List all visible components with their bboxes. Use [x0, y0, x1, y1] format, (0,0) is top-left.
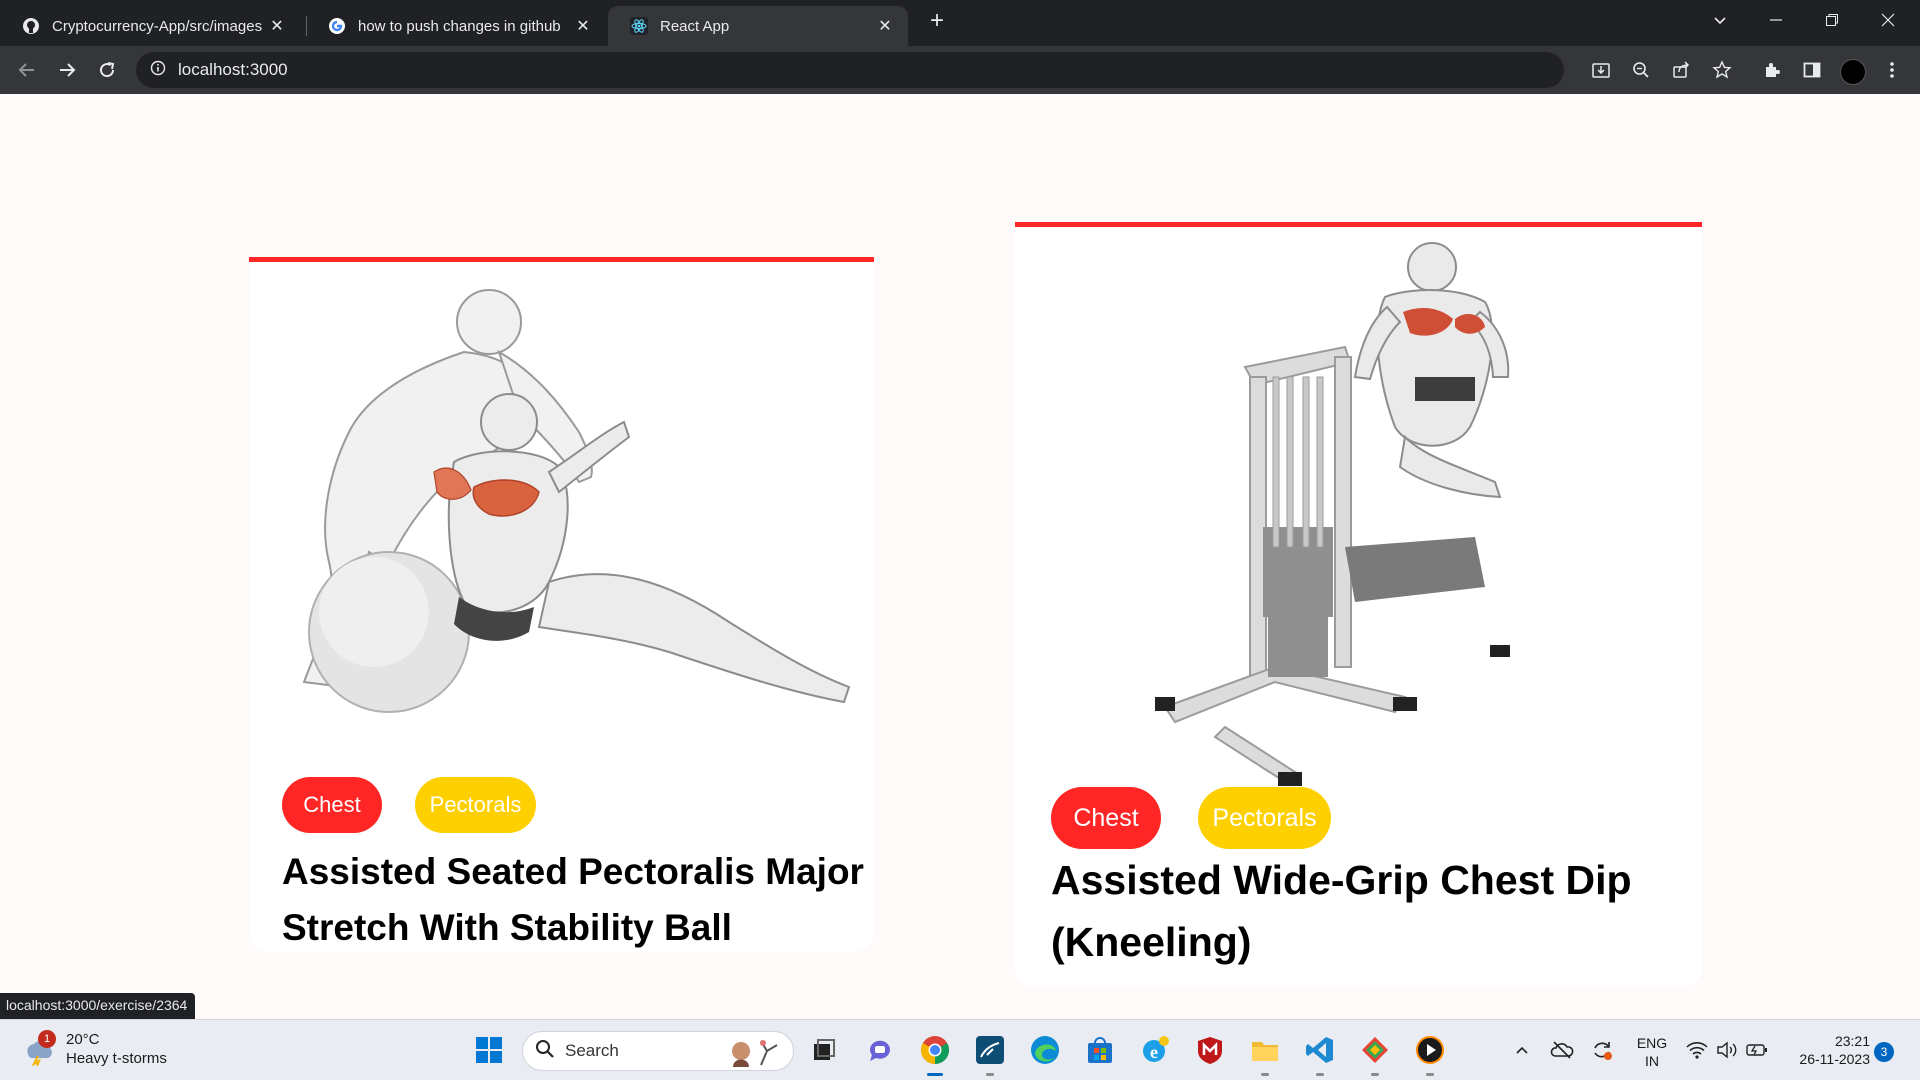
mcafee-icon[interactable] — [1192, 1032, 1228, 1068]
exercise-illustration — [302, 289, 851, 713]
tag-target-muscle[interactable]: Pectorals — [415, 777, 536, 833]
back-button[interactable] — [11, 54, 43, 86]
battery-icon[interactable] — [1742, 1032, 1772, 1068]
tab-title: how to push changes in github — [358, 17, 561, 35]
github-desktop-icon[interactable] — [1357, 1032, 1393, 1076]
close-window-button[interactable] — [1860, 0, 1916, 40]
browser-tab-strip: Cryptocurrency-App/src/images ✕ how to p… — [0, 0, 1920, 46]
vscode-icon[interactable] — [1302, 1032, 1338, 1076]
exercise-name: Assisted Wide-Grip Chest Dip (Kneeling) — [1051, 857, 1632, 965]
wifi-icon[interactable] — [1682, 1032, 1712, 1068]
zoom-icon[interactable] — [1630, 59, 1652, 81]
tab-title: React App — [660, 17, 730, 35]
minimize-button[interactable] — [1748, 0, 1804, 40]
weather-temp: 20°C — [66, 1031, 100, 1048]
chrome-icon[interactable] — [917, 1032, 953, 1076]
reload-button[interactable] — [91, 54, 123, 86]
tag-body-part[interactable]: Chest — [282, 777, 382, 833]
extensions-icon[interactable] — [1760, 58, 1784, 82]
tag-body-part[interactable]: Chest — [1051, 787, 1161, 849]
tab-github[interactable]: Cryptocurrency-App/src/images ✕ — [0, 6, 300, 46]
region-code: IN — [1645, 1053, 1659, 1069]
profile-avatar[interactable] — [1840, 59, 1866, 85]
sync-icon[interactable] — [1584, 1032, 1620, 1068]
exercise-card[interactable]: Chest Pectorals Assisted Wide-Grip Chest… — [1015, 222, 1702, 987]
clock-time: 23:21 — [1834, 1033, 1870, 1049]
svg-text:e: e — [1150, 1042, 1158, 1062]
browser-toolbar: localhost:3000 — [0, 46, 1920, 94]
weather-icon: 1 — [22, 1030, 56, 1067]
weather-condition: Heavy t-storms — [66, 1050, 167, 1067]
tab-title: Cryptocurrency-App/src/images — [52, 17, 263, 35]
internet-explorer-icon[interactable]: e — [1137, 1032, 1173, 1068]
share-icon[interactable] — [1670, 59, 1692, 81]
volume-icon[interactable] — [1712, 1032, 1742, 1068]
install-app-icon[interactable] — [1590, 59, 1612, 81]
close-icon[interactable]: ✕ — [874, 16, 896, 36]
taskbar-search[interactable]: Search — [522, 1031, 794, 1071]
restore-button[interactable] — [1804, 0, 1860, 40]
media-player-icon[interactable] — [1412, 1032, 1448, 1076]
exercise-name: Assisted Seated Pectoralis Major Stretch… — [282, 851, 864, 948]
file-explorer-icon[interactable] — [1247, 1032, 1283, 1076]
search-highlight-icon — [725, 1037, 781, 1072]
exercise-card[interactable]: Chest Pectorals Assisted Seated Pectoral… — [249, 257, 874, 952]
url-text: localhost:3000 — [178, 60, 288, 79]
microsoft-store-icon[interactable] — [1082, 1032, 1118, 1068]
close-icon[interactable]: ✕ — [266, 16, 288, 36]
search-label: Search — [565, 1041, 619, 1060]
react-icon — [630, 17, 648, 35]
tab-react-app[interactable]: React App ✕ — [608, 6, 908, 46]
notification-badge[interactable]: 3 — [1874, 1042, 1894, 1062]
clock[interactable]: 23:21 26-11-2023 — [1780, 1032, 1870, 1068]
search-icon — [535, 1039, 555, 1064]
info-icon[interactable] — [150, 60, 166, 81]
teams-chat-icon[interactable] — [862, 1032, 898, 1068]
onedrive-offline-icon[interactable] — [1544, 1032, 1580, 1068]
windows-taskbar: 1 20°C Heavy t-storms Search e ENG IN 23… — [0, 1019, 1920, 1080]
side-panel-icon[interactable] — [1800, 58, 1824, 82]
tab-search-button[interactable] — [1692, 0, 1748, 40]
tab-google[interactable]: how to push changes in github ✕ — [306, 6, 606, 46]
address-bar[interactable]: localhost:3000 — [136, 52, 1564, 88]
bookmark-star-icon[interactable] — [1711, 59, 1733, 81]
close-icon[interactable]: ✕ — [572, 16, 594, 36]
exercise-illustration — [1155, 242, 1510, 786]
kebab-menu-icon[interactable] — [1880, 58, 1904, 82]
edge-icon[interactable] — [1027, 1032, 1063, 1068]
mysql-workbench-icon[interactable] — [972, 1032, 1008, 1076]
link-status-bubble: localhost:3000/exercise/2364 — [0, 993, 196, 1019]
language-indicator[interactable]: ENG IN — [1630, 1034, 1674, 1070]
weather-alert-badge: 1 — [38, 1030, 56, 1048]
tag-target-muscle[interactable]: Pectorals — [1198, 787, 1331, 849]
page-content: Chest Pectorals Assisted Seated Pectoral… — [0, 94, 1920, 1019]
github-icon — [22, 17, 40, 35]
google-icon — [328, 17, 346, 35]
weather-widget[interactable]: 1 20°C Heavy t-storms — [22, 1030, 167, 1068]
forward-button[interactable] — [51, 54, 83, 86]
new-tab-button[interactable]: + — [922, 6, 952, 36]
start-button[interactable] — [471, 1032, 507, 1068]
clock-date: 26-11-2023 — [1799, 1051, 1870, 1067]
chevron-up-icon[interactable] — [1504, 1032, 1540, 1068]
task-view-icon[interactable] — [806, 1032, 842, 1068]
language-code: ENG — [1636, 1035, 1668, 1051]
